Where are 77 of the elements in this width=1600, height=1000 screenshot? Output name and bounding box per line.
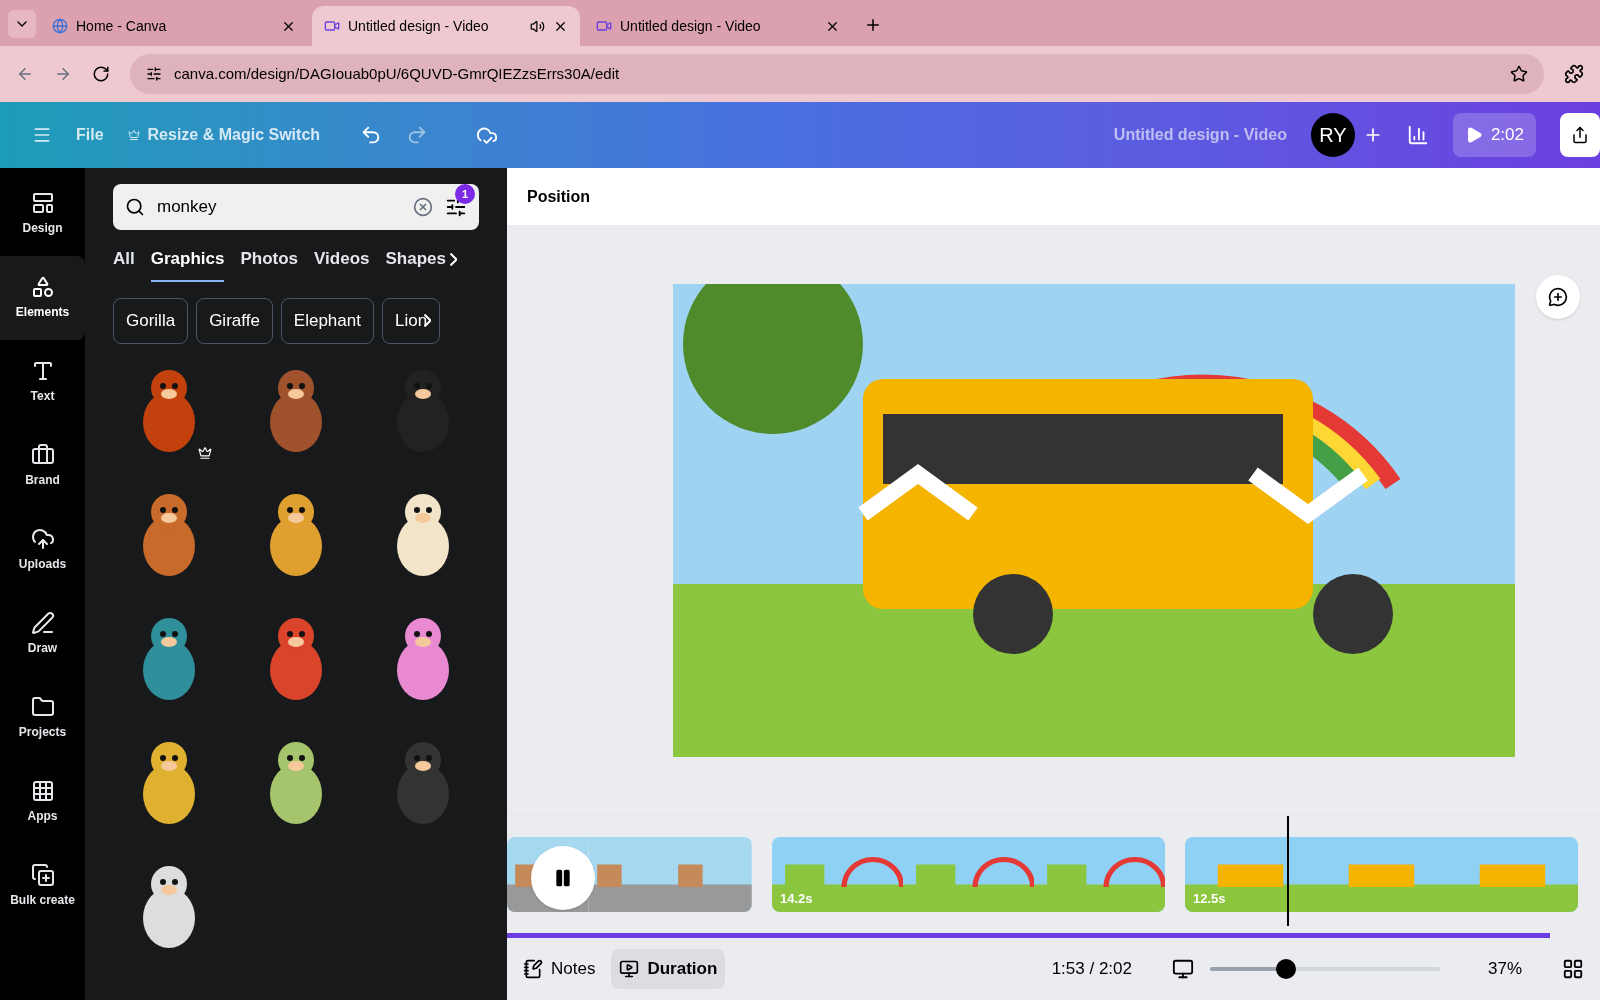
grid-view-icon — [1562, 958, 1584, 980]
filter-chip[interactable]: Lion — [381, 297, 441, 344]
playback-time: 1:53 / 2:02 — [1051, 958, 1132, 981]
clear-icon — [413, 197, 433, 217]
sidebar-item[interactable]: Design — [0, 172, 85, 256]
duration-button[interactable]: Duration — [611, 949, 726, 989]
menu-icon — [32, 125, 52, 145]
category-tab[interactable]: Graphics — [150, 246, 225, 282]
back-icon — [16, 65, 34, 83]
video-icon — [596, 18, 612, 34]
comment-button[interactable] — [1536, 275, 1580, 319]
browser-tab[interactable]: Home - Canva — [40, 6, 308, 46]
notes-button[interactable]: Notes — [523, 956, 596, 982]
crown-icon — [127, 129, 140, 141]
premium-crown-icon — [198, 445, 213, 460]
brand-icon — [30, 443, 55, 467]
address-bar[interactable]: canva.com/design/DAGIouab0pU/6QUVD-GmrQIEZzsErrs30A/edit — [130, 54, 1544, 94]
elements-icon — [30, 275, 55, 299]
user-avatar[interactable]: RY — [1310, 113, 1355, 157]
search-icon — [125, 197, 145, 217]
sidebar-item[interactable]: Apps — [0, 760, 85, 844]
draw-icon — [30, 611, 55, 635]
category-tab[interactable]: Shapes — [385, 246, 446, 282]
sidebar-item[interactable]: Uploads — [0, 508, 85, 592]
site-settings-icon — [146, 66, 162, 82]
bulk-icon — [30, 863, 55, 887]
new-tab-icon — [864, 16, 882, 34]
play-screen-icon — [619, 959, 640, 979]
forward-icon — [54, 65, 72, 83]
category-tab[interactable]: Videos — [314, 246, 370, 282]
tab-list-button[interactable] — [8, 10, 36, 38]
projects-icon — [30, 695, 55, 719]
category-tab[interactable]: Photos — [240, 246, 299, 282]
search-field[interactable]: monkey 1 — [113, 184, 479, 230]
tab-title: Home - Canva — [76, 17, 168, 36]
zoom-percentage: 37% — [1487, 958, 1522, 981]
reload-icon — [92, 65, 110, 83]
zoom-slider-thumb[interactable] — [1275, 959, 1296, 979]
tab-title: Untitled design - Video — [620, 17, 762, 36]
extensions-icon — [1564, 64, 1584, 84]
sidebar-item[interactable]: Brand — [0, 424, 85, 508]
display-icon — [1171, 958, 1194, 980]
present-button[interactable]: 2:02 — [1452, 113, 1536, 157]
position-label: Position — [527, 186, 591, 207]
chevron-right-icon[interactable] — [424, 314, 432, 327]
filter-chip[interactable]: Gorilla — [113, 297, 189, 344]
sidebar-item[interactable]: Text — [0, 340, 85, 424]
browser-tab[interactable]: Untitled design - Video — [312, 6, 580, 46]
design-icon — [30, 191, 55, 215]
sidebar-item[interactable]: Bulk create — [0, 844, 85, 928]
clip-duration: 12.5s — [1193, 889, 1226, 908]
insights-icon — [1406, 124, 1429, 146]
url-text: canva.com/design/DAGIouab0pU/6QUVD-GmrQIEZzsErrs30A/edit — [174, 63, 621, 84]
pause-icon — [553, 868, 573, 888]
tab-title: Untitled design - Video — [348, 17, 490, 36]
share-button[interactable] — [1560, 113, 1600, 157]
filter-chip[interactable]: Giraffe — [196, 297, 273, 344]
clip-duration: 14.2s — [780, 889, 813, 908]
notes-icon — [523, 959, 543, 979]
video-icon — [324, 18, 340, 34]
share-icon — [1571, 126, 1589, 144]
uploads-icon — [30, 527, 55, 551]
category-tab[interactable]: All — [113, 246, 135, 282]
sidebar-item[interactable]: Elements — [0, 256, 85, 340]
apps-icon — [30, 779, 55, 803]
design-title: Untitled design - Video — [1113, 125, 1287, 145]
filter-count-badge: 1 — [455, 184, 475, 204]
bookmark-icon — [1510, 65, 1528, 83]
add-comment-icon — [1548, 287, 1568, 307]
sidebar-item[interactable]: Projects — [0, 676, 85, 760]
sidebar-item[interactable]: Draw — [0, 592, 85, 676]
zoom-slider[interactable] — [1209, 959, 1440, 979]
chevron-right-icon[interactable] — [449, 253, 457, 267]
filter-chip[interactable]: Elephant — [280, 297, 374, 344]
browser-tab[interactable]: Untitled design - Video — [584, 6, 852, 46]
search-input[interactable]: monkey — [157, 194, 401, 220]
speaker-icon — [530, 18, 545, 34]
